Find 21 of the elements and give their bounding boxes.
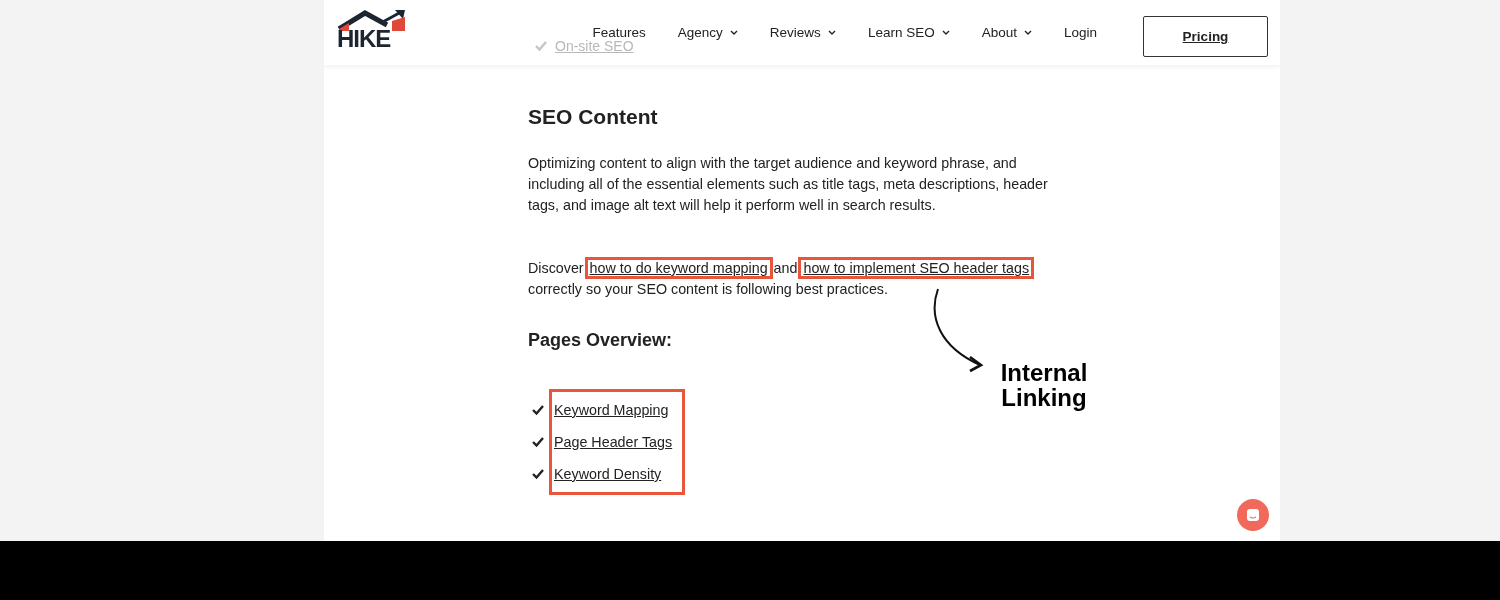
section-heading: Pages Overview: — [528, 330, 673, 351]
paragraph: Discover how to do keyword mapping and how to implement SEO header tags correctly so your SEO content is following best practices. — [528, 258, 1058, 300]
pricing-button[interactable]: Pricing — [1143, 16, 1268, 57]
nav-link[interactable]: About — [965, 25, 1048, 40]
nav-link[interactable]: Login — [1047, 25, 1113, 40]
nav-link[interactable]: Reviews — [753, 25, 852, 40]
text-link[interactable]: how to implement SEO header tags — [801, 260, 1032, 276]
text-link[interactable]: how to do keyword mapping — [587, 260, 770, 276]
section-heading: SEO Content — [528, 105, 659, 129]
roof-arrow-icon — [337, 8, 407, 31]
annotation-label: Internal Linking — [999, 360, 1089, 410]
list-link[interactable]: Keyword Density — [554, 466, 662, 482]
logo[interactable]: HIKE — [337, 8, 407, 49]
list-link[interactable]: Keyword Mapping — [554, 402, 669, 418]
chat-button[interactable] — [1237, 499, 1269, 531]
nav-link[interactable]: Features — [576, 25, 662, 40]
nav-link[interactable]: Learn SEO — [851, 25, 966, 40]
chat-icon — [1246, 508, 1260, 522]
list-link[interactable]: Page Header Tags — [554, 434, 673, 450]
nav-link[interactable]: Agency — [661, 25, 754, 40]
paragraph: Optimizing content to align with the target audience and keyword phrase, and including all of the essential elements such as title tags, meta descriptions, header tags, and image alt text will help it perform well in search results. — [528, 154, 1049, 215]
